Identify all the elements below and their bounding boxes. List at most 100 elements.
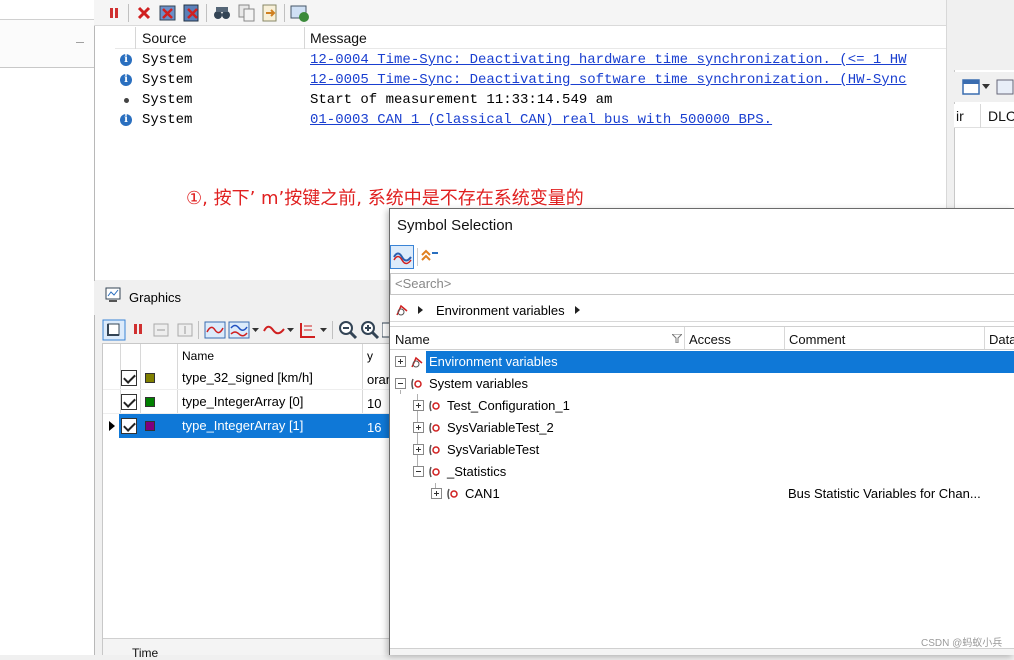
signal-name: type_32_signed [km/h] <box>182 370 313 385</box>
col-y-header[interactable]: y <box>367 349 373 363</box>
write-row[interactable]: System Start of measurement 11:33:14.549… <box>115 90 946 110</box>
signal-wave-icon <box>393 252 412 265</box>
signal-row-selected[interactable]: type_IntegerArray [1] 16 <box>103 414 390 438</box>
copy-icon[interactable] <box>236 3 256 23</box>
tree-item-label[interactable]: System variables <box>426 376 531 391</box>
collapse-all-icon[interactable] <box>420 248 440 264</box>
tree-item-label[interactable]: CAN1 <box>462 486 503 501</box>
write-row[interactable]: i System 12-0005 Time-Sync: Deactivating… <box>115 70 946 90</box>
pause-icon[interactable] <box>108 6 120 20</box>
col-dlc-header[interactable]: DLC <box>988 108 1014 124</box>
axis-scale-icon[interactable] <box>298 320 318 340</box>
filter-icon[interactable] <box>672 334 682 343</box>
tree-item-label[interactable]: _Statistics <box>444 464 509 479</box>
minimize-icon[interactable] <box>76 42 84 43</box>
graphics-toolbar <box>100 318 390 342</box>
signal-row[interactable]: type_IntegerArray [0] 10 <box>103 390 390 414</box>
signal-layout-icon[interactable] <box>204 320 226 340</box>
chevron-right-icon[interactable] <box>575 306 580 314</box>
col-message-header[interactable]: Message <box>310 30 367 46</box>
window-settings-icon[interactable] <box>290 3 310 23</box>
expand-icon[interactable] <box>413 444 424 455</box>
env-variable-icon[interactable] <box>395 303 409 317</box>
signal-mode-button[interactable] <box>390 245 414 269</box>
row-message-link[interactable]: 12-0004 Time-Sync: Deactivating hardware… <box>310 52 946 68</box>
export-icon[interactable] <box>260 3 280 23</box>
dialog-title: Symbol Selection <box>397 217 513 234</box>
row-message-link[interactable]: 12-0005 Time-Sync: Deactivating software… <box>310 72 946 88</box>
chevron-down-icon[interactable] <box>252 328 259 333</box>
left-panel-band <box>0 20 94 68</box>
write-row[interactable]: i System 12-0004 Time-Sync: Deactivating… <box>115 50 946 70</box>
dialog-toolbar <box>390 242 1014 270</box>
zoom-in-icon[interactable] <box>360 320 380 340</box>
find-icon[interactable] <box>212 3 232 23</box>
multi-signal-icon[interactable] <box>228 320 250 340</box>
tree-row[interactable]: SysVariableTest_2 <box>390 417 1014 439</box>
col-name-header[interactable]: Name <box>395 332 430 347</box>
signal-color-swatch[interactable] <box>145 421 155 431</box>
filter-icon[interactable] <box>996 78 1014 96</box>
signal-row[interactable]: type_32_signed [km/h] oran <box>103 366 393 390</box>
expand-icon[interactable] <box>413 422 424 433</box>
col-access-header[interactable]: Access <box>689 332 731 347</box>
row-message-link[interactable]: 01-0003 CAN 1 (Classical CAN) real bus w… <box>310 112 946 128</box>
tree-row[interactable]: _Statistics <box>390 461 1014 483</box>
line-style-icon[interactable] <box>262 321 286 339</box>
tree-row[interactable]: SysVariableTest <box>390 439 1014 461</box>
window-icon[interactable] <box>962 78 980 96</box>
collapse-icon[interactable] <box>413 466 424 477</box>
signal-color-swatch[interactable] <box>145 373 155 383</box>
chevron-down-icon[interactable] <box>287 328 294 333</box>
system-variable-icon <box>411 378 422 390</box>
signal-checkbox[interactable] <box>121 370 137 386</box>
col-name-header[interactable]: Name <box>182 349 214 363</box>
pause-icon[interactable] <box>132 322 144 336</box>
breadcrumb-item[interactable]: Environment variables <box>436 303 565 318</box>
system-variable-icon <box>429 422 440 434</box>
chevron-down-icon[interactable] <box>320 328 327 333</box>
tree-item-label[interactable]: SysVariableTest_2 <box>444 420 557 435</box>
col-source-header[interactable]: Source <box>142 30 186 46</box>
expand-icon[interactable] <box>431 488 442 499</box>
col-data-header[interactable]: Data <box>989 332 1014 347</box>
col-comment-header[interactable]: Comment <box>789 332 845 347</box>
chevron-down-icon[interactable] <box>982 84 990 90</box>
tree-row[interactable]: Environment variables <box>390 351 1014 373</box>
info-icon: i <box>120 114 132 126</box>
signal-list-header: Name y <box>103 344 390 366</box>
col-dir-header[interactable]: ir <box>956 108 964 124</box>
search-input[interactable] <box>390 273 1014 295</box>
expand-icon[interactable] <box>395 356 406 367</box>
tree-row[interactable]: CAN1 Bus Statistic Variables for Chan... <box>390 483 1014 505</box>
delete-all-icon[interactable] <box>182 3 202 23</box>
clear-icon[interactable] <box>136 4 152 22</box>
signal-checkbox[interactable] <box>121 418 137 434</box>
collapse-icon[interactable] <box>395 378 406 389</box>
tree-item-label[interactable]: Environment variables <box>426 351 1014 373</box>
signal-checkbox[interactable] <box>121 394 137 410</box>
expand-icon[interactable] <box>413 400 424 411</box>
tree-item-label[interactable]: Test_Configuration_1 <box>444 398 573 413</box>
tree-row[interactable]: Test_Configuration_1 <box>390 395 1014 417</box>
annotation-text: ①, 按下’ m’按键之前, 系统中是不存在系统变量的 <box>186 188 584 209</box>
signal-color-swatch[interactable] <box>145 397 155 407</box>
info-icon: i <box>120 74 132 86</box>
breadcrumb: Environment variables <box>390 298 1014 322</box>
chevron-right-icon[interactable] <box>418 306 423 314</box>
tree-item-comment: Bus Statistic Variables for Chan... <box>788 486 981 501</box>
right-toolbar <box>954 72 1014 102</box>
delete-filter-icon[interactable] <box>158 3 178 23</box>
time-axis-label: Time <box>132 646 159 660</box>
tree-row[interactable]: System variables <box>390 373 1014 395</box>
graphics-title: Graphics <box>129 290 182 305</box>
write-row[interactable]: i System 01-0003 CAN 1 (Classical CAN) r… <box>115 110 946 130</box>
dialog-bottom-edge <box>390 648 1014 655</box>
zoom-out-icon[interactable] <box>338 320 358 340</box>
toolbar-separator <box>417 248 418 266</box>
fit-vertical-icon[interactable] <box>176 321 194 339</box>
right-panel-header: ir DLC <box>954 104 1014 128</box>
measure-mode-icon[interactable] <box>102 319 126 341</box>
tree-item-label[interactable]: SysVariableTest <box>444 442 542 457</box>
fit-horizontal-icon[interactable] <box>152 321 170 339</box>
